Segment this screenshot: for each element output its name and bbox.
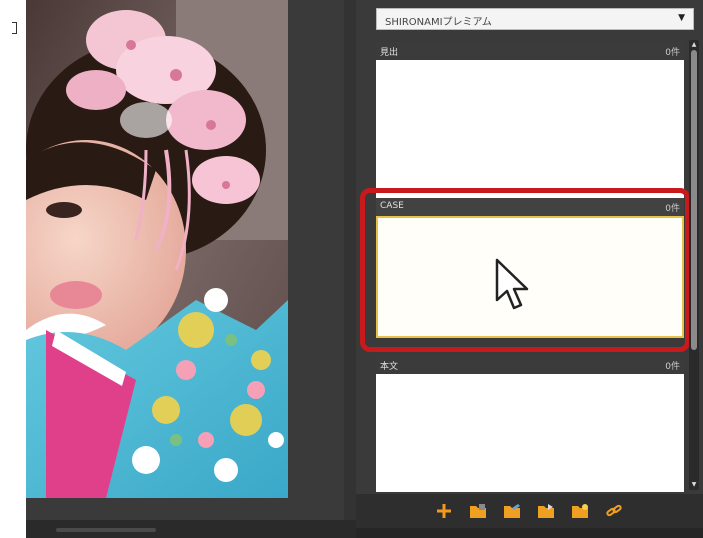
section-list-area[interactable] (376, 374, 684, 492)
preset-dropdown[interactable]: SHIRONAMIプレミアム ▼ (376, 8, 694, 30)
horizontal-scroll-thumb[interactable] (56, 528, 156, 532)
section-heading: 見出 0件 (376, 42, 684, 200)
mouse-cursor-icon (495, 258, 529, 310)
section-list-area[interactable] (376, 60, 684, 200)
section-list-area-active[interactable] (376, 216, 684, 338)
horizontal-scrollbar[interactable] (26, 520, 372, 538)
link-icon[interactable] (604, 502, 624, 520)
folder-icon[interactable] (468, 502, 488, 520)
keyword-panel: SHIRONAMIプレミアム ▼ 見出 0件 CASE 0件 本文 0件 ▲ ▼ (356, 0, 703, 538)
scroll-up-icon[interactable]: ▲ (689, 40, 699, 50)
margin-bracket-mark (12, 22, 17, 34)
image-preview-pane (26, 0, 344, 520)
section-count: 0件 (665, 204, 680, 214)
folder-settings-icon[interactable] (570, 502, 590, 520)
section-header[interactable]: 見出 0件 (376, 42, 684, 60)
margin-strip (0, 0, 26, 538)
app-window: SHIRONAMIプレミアム ▼ 見出 0件 CASE 0件 本文 0件 ▲ ▼ (26, 0, 703, 538)
section-title: 本文 (380, 362, 399, 372)
section-count: 0件 (665, 48, 680, 58)
section-count: 0件 (665, 362, 680, 372)
dropdown-arrow-icon[interactable]: ▼ (678, 13, 685, 23)
vertical-scroll-thumb[interactable] (691, 50, 697, 350)
vertical-scrollbar[interactable]: ▲ ▼ (689, 40, 699, 490)
section-header[interactable]: 本文 0件 (376, 356, 684, 374)
panel-bottom-strip (356, 528, 703, 538)
section-case: CASE 0件 (376, 198, 684, 338)
panel-toolbar (356, 494, 703, 528)
scroll-down-icon[interactable]: ▼ (689, 480, 699, 490)
section-body-text: 本文 0件 (376, 356, 684, 492)
folder-move-icon[interactable] (536, 502, 556, 520)
preview-photo (26, 0, 288, 498)
section-title: 見出 (380, 48, 399, 58)
preset-dropdown-value: SHIRONAMIプレミアム (385, 17, 492, 28)
section-header[interactable]: CASE 0件 (376, 198, 684, 216)
section-title: CASE (380, 201, 404, 211)
add-icon[interactable] (434, 502, 454, 520)
folder-edit-icon[interactable] (502, 502, 522, 520)
